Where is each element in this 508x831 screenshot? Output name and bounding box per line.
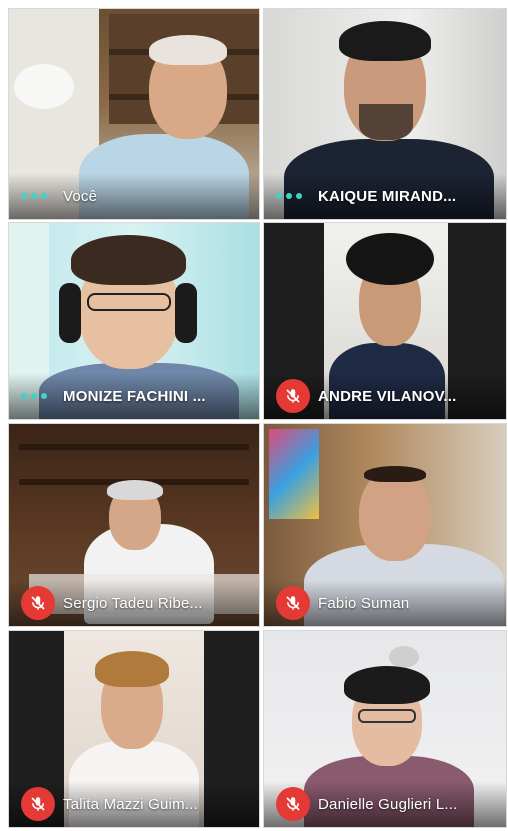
participant-name: Fabio Suman [318, 594, 410, 612]
participant-label: Talita Mazzi Guim... [9, 781, 259, 827]
participant-label: Danielle Guglieri L... [264, 781, 506, 827]
mic-off-icon [21, 586, 55, 620]
participant-label: Você [9, 173, 259, 219]
participant-name: Danielle Guglieri L... [318, 795, 458, 813]
participant-tile-voce[interactable]: Você [8, 8, 260, 220]
participant-name: KAIQUE MIRAND... [318, 187, 457, 205]
participant-name: Talita Mazzi Guim... [63, 795, 198, 813]
participant-tile-danielle[interactable]: Danielle Guglieri L... [263, 630, 507, 828]
participant-tile-andre[interactable]: ANDRE VILANOV... [263, 222, 507, 420]
participant-tile-sergio[interactable]: Sergio Tadeu Ribe... [8, 423, 260, 627]
speaking-dots-icon [276, 186, 310, 206]
participant-label: ANDRE VILANOV... [264, 373, 506, 419]
video-call-grid: Você KAIQUE MIRAND... MONIZE FACHINI ...… [0, 0, 508, 831]
participant-name: Sergio Tadeu Ribe... [63, 594, 203, 612]
participant-label: Sergio Tadeu Ribe... [9, 580, 259, 626]
participant-tile-kaique[interactable]: KAIQUE MIRAND... [263, 8, 507, 220]
participant-label: Fabio Suman [264, 580, 506, 626]
mic-off-icon [276, 586, 310, 620]
speaking-dots-icon [21, 186, 55, 206]
participant-tile-fabio[interactable]: Fabio Suman [263, 423, 507, 627]
participant-label: KAIQUE MIRAND... [264, 173, 506, 219]
participant-label: MONIZE FACHINI ... [9, 373, 259, 419]
participant-tile-monize[interactable]: MONIZE FACHINI ... [8, 222, 260, 420]
participant-name: MONIZE FACHINI ... [63, 387, 206, 405]
participant-name: ANDRE VILANOV... [318, 387, 457, 405]
mic-off-icon [21, 787, 55, 821]
participant-name: Você [63, 187, 98, 205]
mic-off-icon [276, 379, 310, 413]
participant-tile-talita[interactable]: Talita Mazzi Guim... [8, 630, 260, 828]
mic-off-icon [276, 787, 310, 821]
speaking-dots-icon [21, 386, 55, 406]
